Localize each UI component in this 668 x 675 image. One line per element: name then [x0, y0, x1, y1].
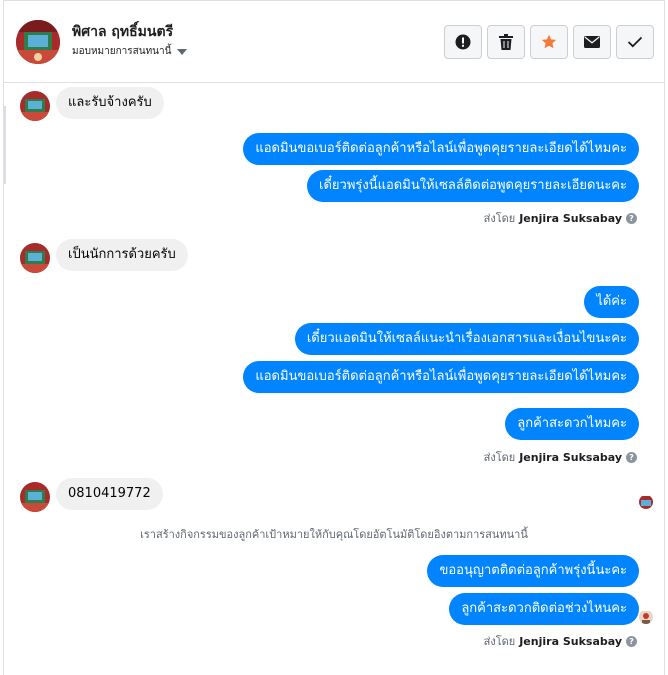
- incoming-message[interactable]: 0810419772: [56, 478, 163, 510]
- scrollbar[interactable]: [4, 106, 6, 184]
- mark-unread-button[interactable]: [573, 25, 611, 59]
- agent-name[interactable]: Jenjira Suksabay: [519, 635, 622, 648]
- envelope-icon: [584, 36, 600, 48]
- conversation-panel: พิศาล ฤทธิ์มนตรี มอบหมายการสนทนานี้ และร…: [3, 0, 665, 675]
- agent-read-avatar: [639, 610, 653, 624]
- sent-by-prefix: ส่งโดย: [483, 451, 516, 464]
- checkmark-icon: [627, 36, 643, 48]
- outgoing-message[interactable]: ลูกค้าสะดวกไหมคะ: [505, 408, 639, 440]
- sent-by-prefix: ส่งโดย: [483, 635, 516, 648]
- sent-by-label: ส่งโดย Jenjira Suksabay ?: [484, 632, 637, 650]
- sent-by-label: ส่งโดย Jenjira Suksabay ?: [484, 448, 637, 466]
- trash-icon: [499, 34, 513, 50]
- mark-done-button[interactable]: [616, 25, 654, 59]
- sent-by-prefix: ส่งโดย: [483, 212, 516, 225]
- conversation-header: พิศาล ฤทธิ์มนตรี มอบหมายการสนทนานี้: [4, 1, 664, 83]
- agent-name[interactable]: Jenjira Suksabay: [519, 212, 622, 225]
- outgoing-message[interactable]: เดี๋ยวพรุ่งนี้แอดมินให้เซลล์ติดต่อพูดคุย…: [307, 170, 639, 202]
- help-icon[interactable]: ?: [626, 635, 637, 647]
- delete-button[interactable]: [487, 25, 525, 59]
- read-receipt-avatar: [639, 495, 653, 509]
- help-icon[interactable]: ?: [626, 212, 637, 224]
- contact-avatar[interactable]: [16, 20, 60, 64]
- outgoing-message[interactable]: ขออนุญาตติดต่อลูกค้าพรุ่งนี้นะคะ: [427, 555, 639, 587]
- outgoing-message[interactable]: ได้ค่ะ: [584, 286, 639, 318]
- action-buttons: [444, 25, 654, 59]
- outgoing-message[interactable]: เดี๋ยวแอดมินให้เซลล์แนะนำเรื่องเอกสารและ…: [294, 323, 639, 355]
- sender-avatar[interactable]: [20, 243, 50, 273]
- sender-avatar[interactable]: [20, 482, 50, 512]
- incoming-message[interactable]: เป็นนักการด้วยครับ: [56, 239, 188, 271]
- outgoing-message[interactable]: แอดมินขอเบอร์ติดต่อลูกค้าหรือไลน์เพื่อพู…: [243, 133, 639, 165]
- star-button[interactable]: [530, 25, 568, 59]
- caret-down-icon: [177, 48, 188, 55]
- assign-conversation-dropdown[interactable]: มอบหมายการสนทนานี้: [72, 44, 188, 59]
- outgoing-message[interactable]: แอดมินขอเบอร์ติดต่อลูกค้าหรือไลน์เพื่อพู…: [243, 361, 639, 393]
- assign-label: มอบหมายการสนทนานี้: [72, 46, 172, 57]
- star-icon: [541, 34, 557, 49]
- contact-name[interactable]: พิศาล ฤทธิ์มนตรี: [72, 21, 173, 43]
- message-thread[interactable]: และรับจ้างครับ แอดมินขอเบอร์ติดต่อลูกค้า…: [4, 84, 664, 675]
- incoming-message[interactable]: และรับจ้างครับ: [56, 87, 164, 119]
- exclamation-circle-icon: [455, 34, 471, 50]
- outgoing-message[interactable]: ลูกค้าสะดวกติดต่อช่วงไหนคะ: [449, 593, 639, 625]
- mark-spam-button[interactable]: [444, 25, 482, 59]
- agent-name[interactable]: Jenjira Suksabay: [519, 451, 622, 464]
- help-icon[interactable]: ?: [626, 451, 637, 463]
- sent-by-label: ส่งโดย Jenjira Suksabay ?: [484, 209, 637, 227]
- sender-avatar[interactable]: [20, 91, 50, 121]
- system-notice: เราสร้างกิจกรรมของลูกค้าเป้าหมายให้กับคุ…: [140, 528, 528, 541]
